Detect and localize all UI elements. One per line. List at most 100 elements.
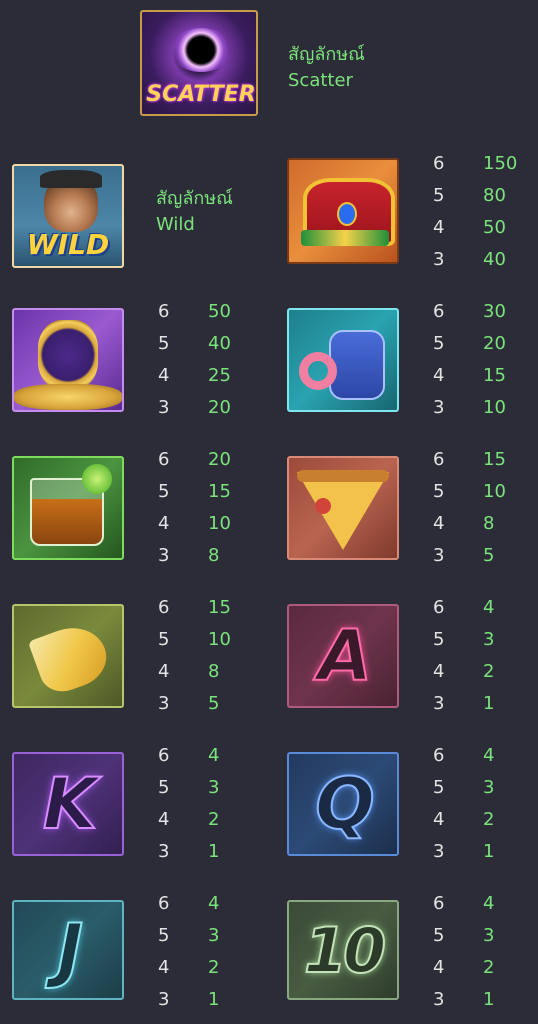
payout-count: 6: [158, 449, 170, 470]
crown-symbol-icon: [287, 158, 399, 264]
lime-graphic: [82, 464, 112, 494]
payout-count: 5: [158, 777, 170, 798]
scatter-badge: SCATTER: [146, 82, 256, 107]
payout-count: 5: [158, 481, 170, 502]
payout-count: 6: [158, 745, 170, 766]
payout-value: 10: [483, 397, 506, 418]
payout-value: 2: [483, 809, 495, 830]
payout-count: 6: [433, 301, 445, 322]
letter-a-symbol-icon: A: [287, 604, 399, 708]
scatter-label: สัญลักษณ์ Scatter: [288, 42, 365, 94]
payout-count: 3: [433, 693, 445, 714]
cap-graphic: [40, 170, 102, 188]
payout-count: 6: [433, 597, 445, 618]
letter-q-symbol-icon: Q: [287, 752, 399, 856]
payout-value: 3: [208, 925, 220, 946]
payout-value: 1: [483, 693, 495, 714]
payout-value: 10: [208, 629, 231, 650]
bottle-graphic: [329, 330, 385, 400]
payout-count: 5: [433, 333, 445, 354]
payout-count: 4: [433, 365, 445, 386]
payout-value: 2: [208, 809, 220, 830]
payout-value: 4: [208, 893, 220, 914]
coins-graphic: [14, 384, 122, 410]
wild-badge: WILD: [26, 228, 110, 261]
payout-value: 2: [483, 957, 495, 978]
payout-value: 3: [483, 629, 495, 650]
payout-value: 4: [208, 745, 220, 766]
payout-value: 10: [208, 513, 231, 534]
payout-value: 8: [208, 545, 220, 566]
payout-value: 4: [483, 893, 495, 914]
payout-value: 15: [208, 597, 231, 618]
letter-j-symbol-icon: J: [12, 900, 124, 1000]
payout-value: 15: [483, 449, 506, 470]
payout-value: 2: [208, 957, 220, 978]
number-ten-symbol-icon: 10: [287, 900, 399, 1000]
wild-monkey-symbol-icon: WILD: [12, 164, 124, 268]
scatter-symbol-icon: SCATTER: [140, 10, 258, 116]
payout-value: 80: [483, 185, 506, 206]
payout-count: 4: [158, 957, 170, 978]
payout-count: 4: [433, 661, 445, 682]
wild-label-thai: สัญลักษณ์: [156, 188, 233, 209]
payout-value: 15: [208, 481, 231, 502]
gold-watch-symbol-icon: [12, 308, 124, 412]
payout-count: 5: [158, 333, 170, 354]
payout-value: 10: [483, 481, 506, 502]
payout-count: 6: [158, 597, 170, 618]
letter-k-symbol-icon: K: [12, 752, 124, 856]
payout-count: 4: [158, 809, 170, 830]
payout-value: 15: [483, 365, 506, 386]
letter-q-glyph: Q: [314, 762, 375, 846]
wild-label-english: Wild: [156, 214, 195, 235]
payout-count: 3: [433, 397, 445, 418]
banana-symbol-icon: [12, 604, 124, 708]
payout-count: 4: [433, 217, 445, 238]
scatter-label-thai: สัญลักษณ์: [288, 44, 365, 65]
crown-jewel-graphic: [337, 202, 357, 226]
payout-value: 5: [483, 545, 495, 566]
payout-count: 3: [158, 545, 170, 566]
payout-value: 2: [483, 661, 495, 682]
crust-graphic: [297, 470, 389, 482]
payout-value: 3: [483, 777, 495, 798]
payout-count: 6: [433, 893, 445, 914]
payout-value: 25: [208, 365, 231, 386]
payout-value: 30: [483, 301, 506, 322]
payout-value: 1: [483, 989, 495, 1010]
payout-count: 3: [158, 397, 170, 418]
number-ten-glyph: 10: [303, 913, 387, 988]
payout-count: 3: [433, 989, 445, 1010]
payout-value: 20: [208, 397, 231, 418]
payout-count: 4: [433, 513, 445, 534]
payout-value: 3: [483, 925, 495, 946]
payout-value: 50: [208, 301, 231, 322]
payout-count: 5: [433, 481, 445, 502]
payout-count: 5: [433, 629, 445, 650]
payout-value: 8: [483, 513, 495, 534]
payout-value: 20: [483, 333, 506, 354]
letter-j-glyph: J: [56, 908, 84, 992]
payout-count: 4: [158, 513, 170, 534]
payout-value: 4: [483, 745, 495, 766]
scatter-label-english: Scatter: [288, 70, 353, 91]
payout-count: 5: [433, 185, 445, 206]
payout-count: 4: [158, 365, 170, 386]
payout-value: 8: [208, 661, 220, 682]
potion-bottle-symbol-icon: [287, 308, 399, 412]
payout-value: 1: [483, 841, 495, 862]
watch-face-graphic: [38, 320, 98, 390]
payout-count: 3: [433, 545, 445, 566]
letter-a-glyph: A: [317, 614, 373, 698]
payout-value: 20: [208, 449, 231, 470]
payout-value: 1: [208, 989, 220, 1010]
payout-count: 4: [433, 957, 445, 978]
payout-count: 6: [158, 893, 170, 914]
payout-value: 4: [483, 597, 495, 618]
whiskey-glass-symbol-icon: [12, 456, 124, 560]
payout-count: 5: [433, 925, 445, 946]
payout-count: 5: [158, 925, 170, 946]
payout-count: 6: [433, 745, 445, 766]
payout-count: 6: [433, 153, 445, 174]
